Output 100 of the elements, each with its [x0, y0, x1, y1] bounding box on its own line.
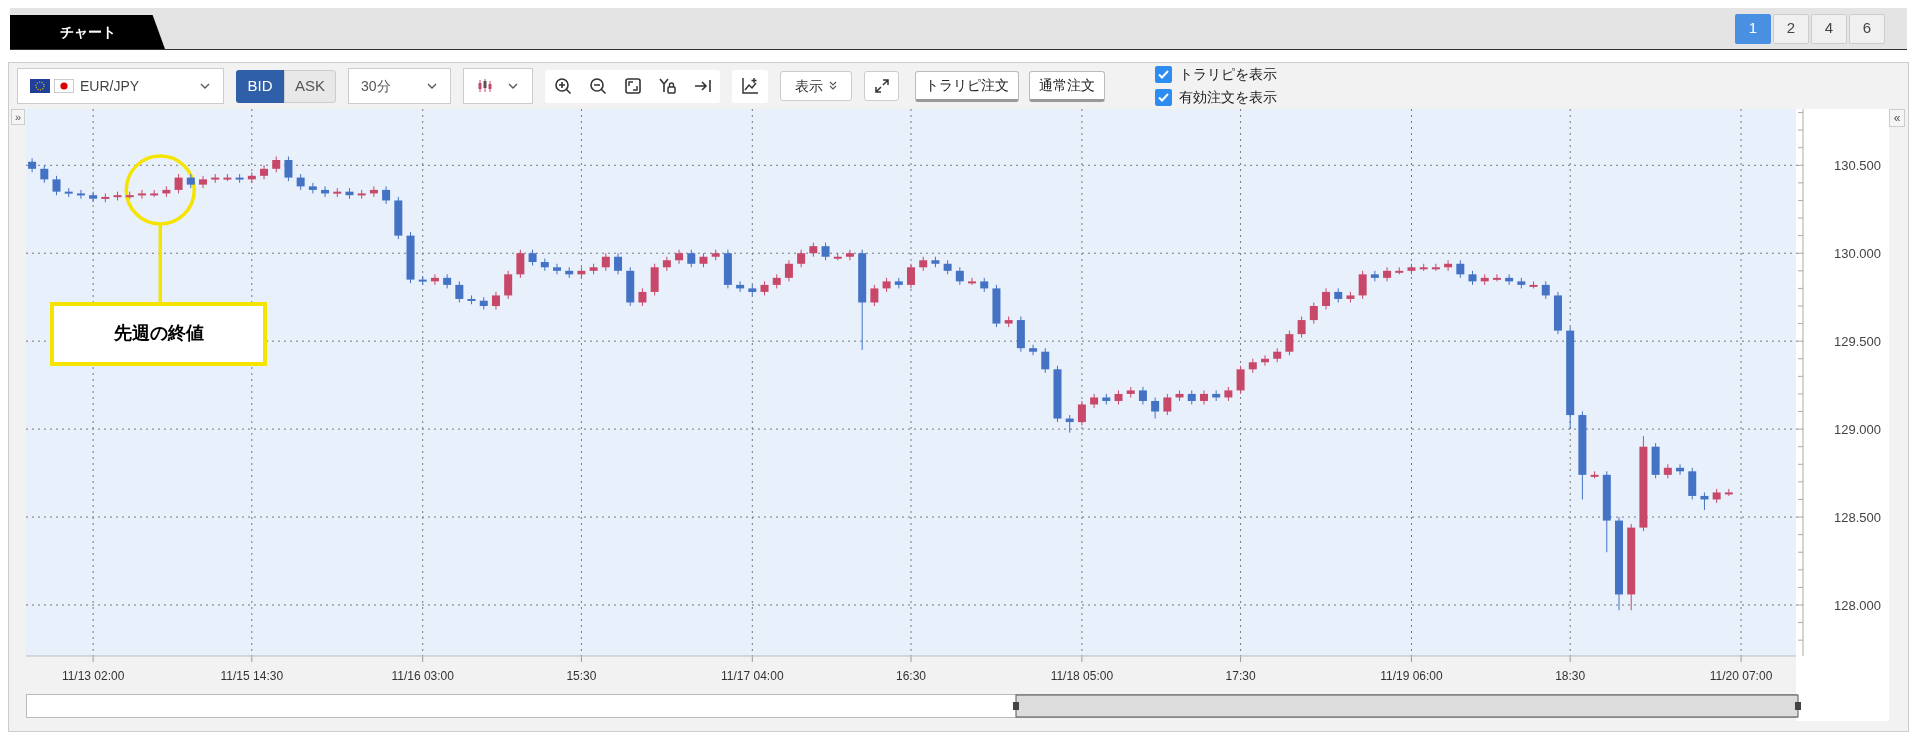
price-side-button[interactable]: ASK: [284, 69, 336, 103]
candlestick: [125, 191, 134, 200]
check-icon: [1158, 70, 1169, 79]
candlestick: [1712, 488, 1721, 504]
chevron-down-icon: [507, 81, 519, 91]
expand-icon: [873, 78, 890, 94]
layout-button[interactable]: 2: [1773, 13, 1809, 44]
candlestick: [882, 277, 891, 293]
x-axis-label: 11/15 14:30: [220, 669, 284, 683]
candlestick: [1529, 280, 1538, 289]
candlestick: [1236, 365, 1245, 395]
x-axis-label: 11/20 07:00: [1709, 669, 1773, 683]
callout-label: 先週の終値: [50, 301, 268, 366]
candlestick: [760, 280, 769, 296]
expand-left-button[interactable]: »: [11, 109, 25, 125]
candlestick: [64, 187, 73, 198]
chart-tab[interactable]: チャート: [10, 15, 165, 49]
candlestick: [821, 242, 830, 261]
candlestick: [1199, 389, 1208, 405]
symbol-dropdown[interactable]: EUR/JPY: [17, 68, 224, 104]
candlestick: [711, 249, 720, 261]
candlestick: [467, 294, 476, 305]
chevron-down-icon: [199, 81, 211, 91]
candlestick: [150, 189, 159, 198]
candlestick: [284, 156, 293, 182]
candlestick: [394, 196, 403, 240]
timeframe-label: 30分: [361, 76, 392, 96]
candlestick: [186, 173, 195, 189]
navigator-range-handle[interactable]: [1013, 694, 1801, 718]
candlestick: [479, 296, 488, 310]
timeframe-dropdown[interactable]: 30分: [348, 68, 451, 104]
candlestick: [1285, 330, 1294, 356]
checkbox-label: トラリピを表示: [1179, 65, 1277, 84]
add-indicator-button[interactable]: [732, 69, 768, 103]
candlestick: [382, 185, 391, 205]
candlestick: [443, 273, 452, 289]
candlestick: [1102, 393, 1111, 405]
layout-button[interactable]: 6: [1849, 13, 1885, 44]
fit-icon: [623, 77, 642, 95]
candlestick: [833, 252, 842, 261]
candlestick: [137, 189, 146, 200]
candlestick: [992, 284, 1001, 328]
x-axis-label: 16:30: [896, 669, 926, 683]
candlestick: [943, 259, 952, 275]
candlestick: [1492, 273, 1501, 282]
candlestick: [1480, 273, 1489, 286]
candlestick: [1053, 365, 1062, 423]
candlestick: [675, 249, 684, 265]
fullscreen-button[interactable]: [864, 71, 899, 101]
x-axis-label: 15:30: [566, 669, 597, 683]
order-button[interactable]: トラリピ注文: [915, 70, 1019, 102]
candlestick: [1468, 270, 1477, 286]
candlestick: [1456, 259, 1465, 279]
candlestick: [614, 252, 623, 275]
candlestick: [1126, 386, 1135, 398]
candlestick: [1309, 301, 1318, 325]
candlestick: [1151, 396, 1160, 420]
checkbox[interactable]: [1155, 66, 1172, 83]
candlestick: [638, 287, 647, 307]
candlestick: [968, 277, 977, 286]
candlestick: [418, 275, 427, 286]
candlestick: [162, 185, 171, 198]
price-side-button[interactable]: BID: [236, 69, 284, 103]
candlestick: [199, 175, 207, 189]
display-button[interactable]: 表示: [780, 71, 852, 101]
candlestick: [1724, 488, 1733, 497]
candlestick: [1334, 287, 1343, 303]
candlestick: [1590, 470, 1599, 479]
collapse-right-button[interactable]: «: [1889, 109, 1905, 127]
candlestick: [260, 164, 269, 180]
order-button[interactable]: 通常注文: [1029, 70, 1105, 102]
candlestick: [980, 277, 989, 293]
candlestick: [1248, 358, 1257, 374]
candlestick: [1431, 263, 1440, 272]
candlestick: [113, 191, 122, 201]
candlestick: [1322, 287, 1331, 310]
candlestick: [1224, 386, 1233, 402]
checkbox[interactable]: [1155, 89, 1172, 106]
layout-button[interactable]: 4: [1811, 13, 1847, 44]
candlestick: [1175, 389, 1184, 402]
candlestick: [565, 266, 574, 279]
candlestick: [955, 266, 964, 286]
candlestick: [406, 231, 415, 284]
candlestick: [76, 189, 85, 200]
x-axis-label: 11/19 06:00: [1380, 669, 1443, 683]
candlestick: [1297, 316, 1306, 339]
candlestick: [321, 185, 330, 198]
candlestick: [1444, 259, 1453, 272]
zoom-in-icon: [553, 77, 572, 95]
candlestick: [1273, 347, 1282, 363]
candlestick: [1041, 347, 1050, 374]
candlestick-icon: [477, 78, 493, 94]
candlestick: [1517, 277, 1526, 289]
candlestick: [1029, 344, 1038, 356]
japan-flag-icon: [54, 79, 74, 93]
candlestick: [626, 266, 635, 307]
candlestick: [1138, 386, 1147, 405]
candlestick: [516, 249, 525, 279]
candlestick: [235, 173, 244, 184]
x-axis-label: 11/16 03:00: [391, 669, 454, 683]
